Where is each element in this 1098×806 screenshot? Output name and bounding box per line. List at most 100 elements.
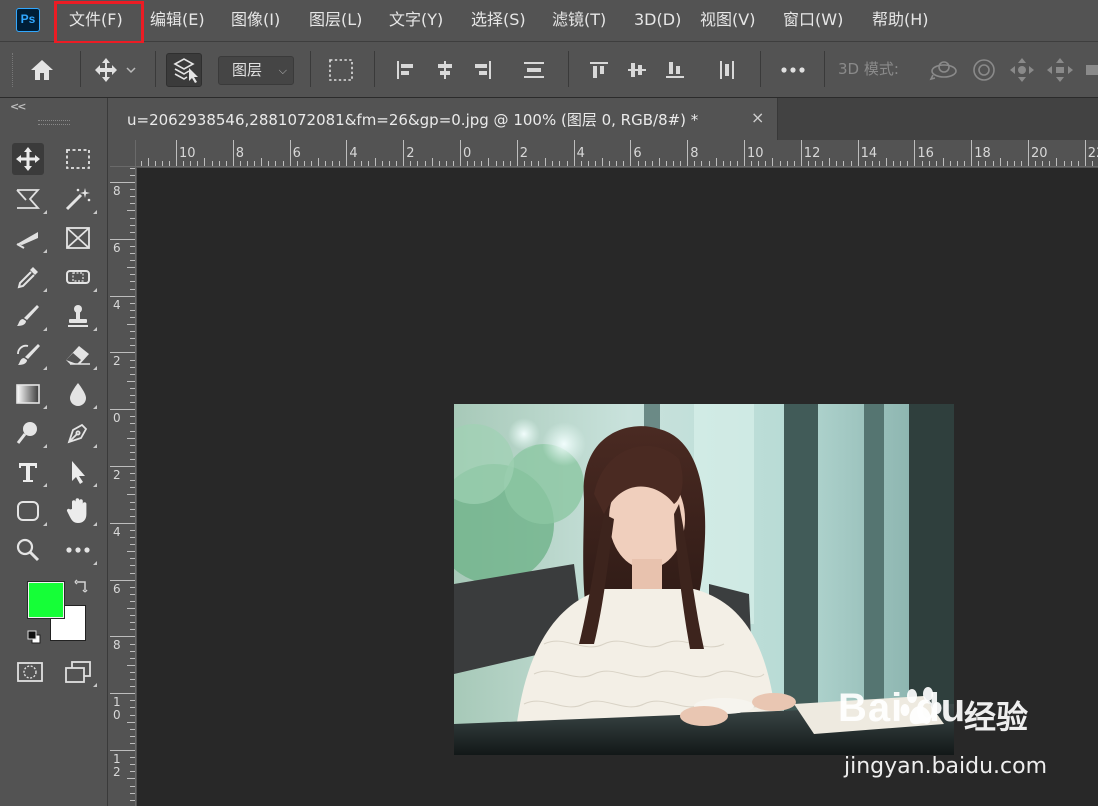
ruler-minor-tick [1042,161,1044,166]
tools-panel-grip[interactable] [38,120,70,125]
options-bar-grip[interactable] [12,53,15,87]
ruler-minor-tick [381,161,383,166]
ruler-minor-tick [218,161,220,166]
lasso-tool-icon[interactable] [12,183,47,215]
align-top-edges-icon[interactable] [584,55,614,85]
align-vertical-centers-icon[interactable] [622,55,652,85]
ruler-minor-tick [268,161,270,166]
ruler-minor-tick [616,161,618,166]
ruler-minor-tick [161,161,163,166]
ruler-minor-tick [594,161,596,166]
history-brush-tool-icon[interactable] [12,339,47,371]
ruler-minor-tick [765,161,767,166]
menu-bar: Ps 文件(F) 编辑(E) 图像(I) 图层(L) 文字(Y) 选择(S) 滤… [0,0,1098,44]
ruler-minor-tick [130,402,135,404]
ruler-minor-tick [985,161,987,166]
magic-wand-tool-icon[interactable] [62,183,97,215]
gradient-tool-icon[interactable] [12,378,47,410]
3d-slide-icon[interactable] [1044,55,1076,85]
ruler-minor-tick [389,161,390,166]
eyedropper-tool-icon[interactable] [12,261,47,293]
ruler-minor-tick [374,158,376,166]
document-tab[interactable]: u=2062938546,2881072081&fm=26&gp=0.jpg @… [110,98,778,140]
ruler-minor-tick [942,158,944,166]
default-colors-icon[interactable] [27,629,41,644]
dodge-tool-icon[interactable] [12,417,47,449]
spot-healing-brush-tool-icon[interactable] [62,261,97,293]
ruler-minor-tick [1006,161,1008,166]
rectangular-marquee-tool-icon[interactable] [62,143,94,175]
auto-select-layers-toggle[interactable] [166,53,202,87]
ruler-minor-tick [467,161,469,166]
clone-stamp-tool-icon[interactable] [62,300,97,332]
ruler-minor-tick [488,158,490,166]
horizontal-ruler[interactable]: 1086420246810121416182022 [136,140,1098,167]
menu-layer[interactable]: 图层(L) [309,9,362,31]
frame-tool-icon[interactable] [62,222,94,254]
move-tool-preset-picker[interactable] [88,55,140,85]
foreground-color-swatch[interactable] [27,581,65,619]
auto-select-target-value: 图层 [232,61,263,79]
rectangle-tool-icon[interactable] [12,495,47,527]
slice-tool-icon[interactable] [12,222,47,254]
more-options-icon[interactable] [776,55,810,85]
menu-window[interactable]: 窗口(W) [783,9,843,31]
blur-tool-icon[interactable] [62,378,97,410]
collapse-panel-icon[interactable]: << [10,100,27,113]
ruler-minor-tick [127,551,135,553]
path-selection-tool-icon[interactable] [62,456,97,488]
vertical-ruler[interactable]: 8 6 4 2 0 2 4 6 8 1 0 1 2 [110,167,136,806]
brush-tool-icon[interactable] [12,300,47,332]
ruler-minor-tick [127,664,135,666]
screen-mode-icon[interactable] [62,656,97,688]
type-tool-icon[interactable] [12,456,47,488]
menu-edit[interactable]: 编辑(E) [150,9,205,31]
ruler-minor-tick [239,161,241,166]
quick-mask-mode-icon[interactable] [14,656,46,688]
ruler-minor-tick [130,572,135,574]
menu-select[interactable]: 选择(S) [471,9,526,31]
ruler-minor-tick [303,161,305,166]
ruler-major-tick [110,466,135,467]
menu-type[interactable]: 文字(Y) [389,9,443,31]
eraser-tool-icon[interactable] [62,339,97,371]
close-icon[interactable]: × [751,108,764,127]
ruler-minor-tick [1070,161,1072,166]
menu-3d[interactable]: 3D(D) [634,9,681,31]
menu-image[interactable]: 图像(I) [231,9,280,31]
ruler-minor-tick [481,161,483,166]
ruler-minor-tick [339,161,341,166]
ruler-minor-tick [900,161,902,166]
auto-select-target-dropdown[interactable]: 图层 ⌵ [218,56,294,85]
zoom-tool-icon[interactable] [12,534,44,566]
align-horizontal-centers-icon[interactable] [430,55,460,85]
ruler-minor-tick [130,174,135,176]
3d-roll-icon[interactable] [968,55,1000,85]
ruler-minor-tick [1091,161,1093,166]
ruler-minor-tick [623,161,625,166]
ruler-minor-tick [694,161,696,166]
3d-scale-icon[interactable] [1084,55,1098,85]
ruler-minor-tick [130,260,135,262]
menu-filter[interactable]: 滤镜(T) [552,9,606,31]
move-tool-icon[interactable] [12,143,44,175]
menu-view[interactable]: 视图(V) [700,9,755,31]
3d-pan-icon[interactable] [1006,55,1038,85]
hand-tool-icon[interactable] [62,495,97,527]
align-bottom-edges-icon[interactable] [660,55,690,85]
align-left-edges-icon[interactable] [390,55,420,85]
ruler-minor-tick [815,161,816,166]
swap-colors-icon[interactable] [74,578,90,598]
distribute-vertical-icon[interactable] [518,55,550,85]
align-right-edges-icon[interactable] [468,55,498,85]
distribute-horizontal-icon[interactable] [712,55,742,85]
show-transform-controls-icon[interactable] [324,55,358,85]
3d-orbit-icon[interactable] [928,55,960,85]
home-icon[interactable] [26,55,58,85]
separator [80,51,81,87]
ruler-origin[interactable] [110,140,136,167]
edit-toolbar-icon[interactable] [62,534,97,566]
menu-help[interactable]: 帮助(H) [872,9,929,31]
ruler-minor-tick [949,161,951,166]
pen-tool-icon[interactable] [62,417,97,449]
